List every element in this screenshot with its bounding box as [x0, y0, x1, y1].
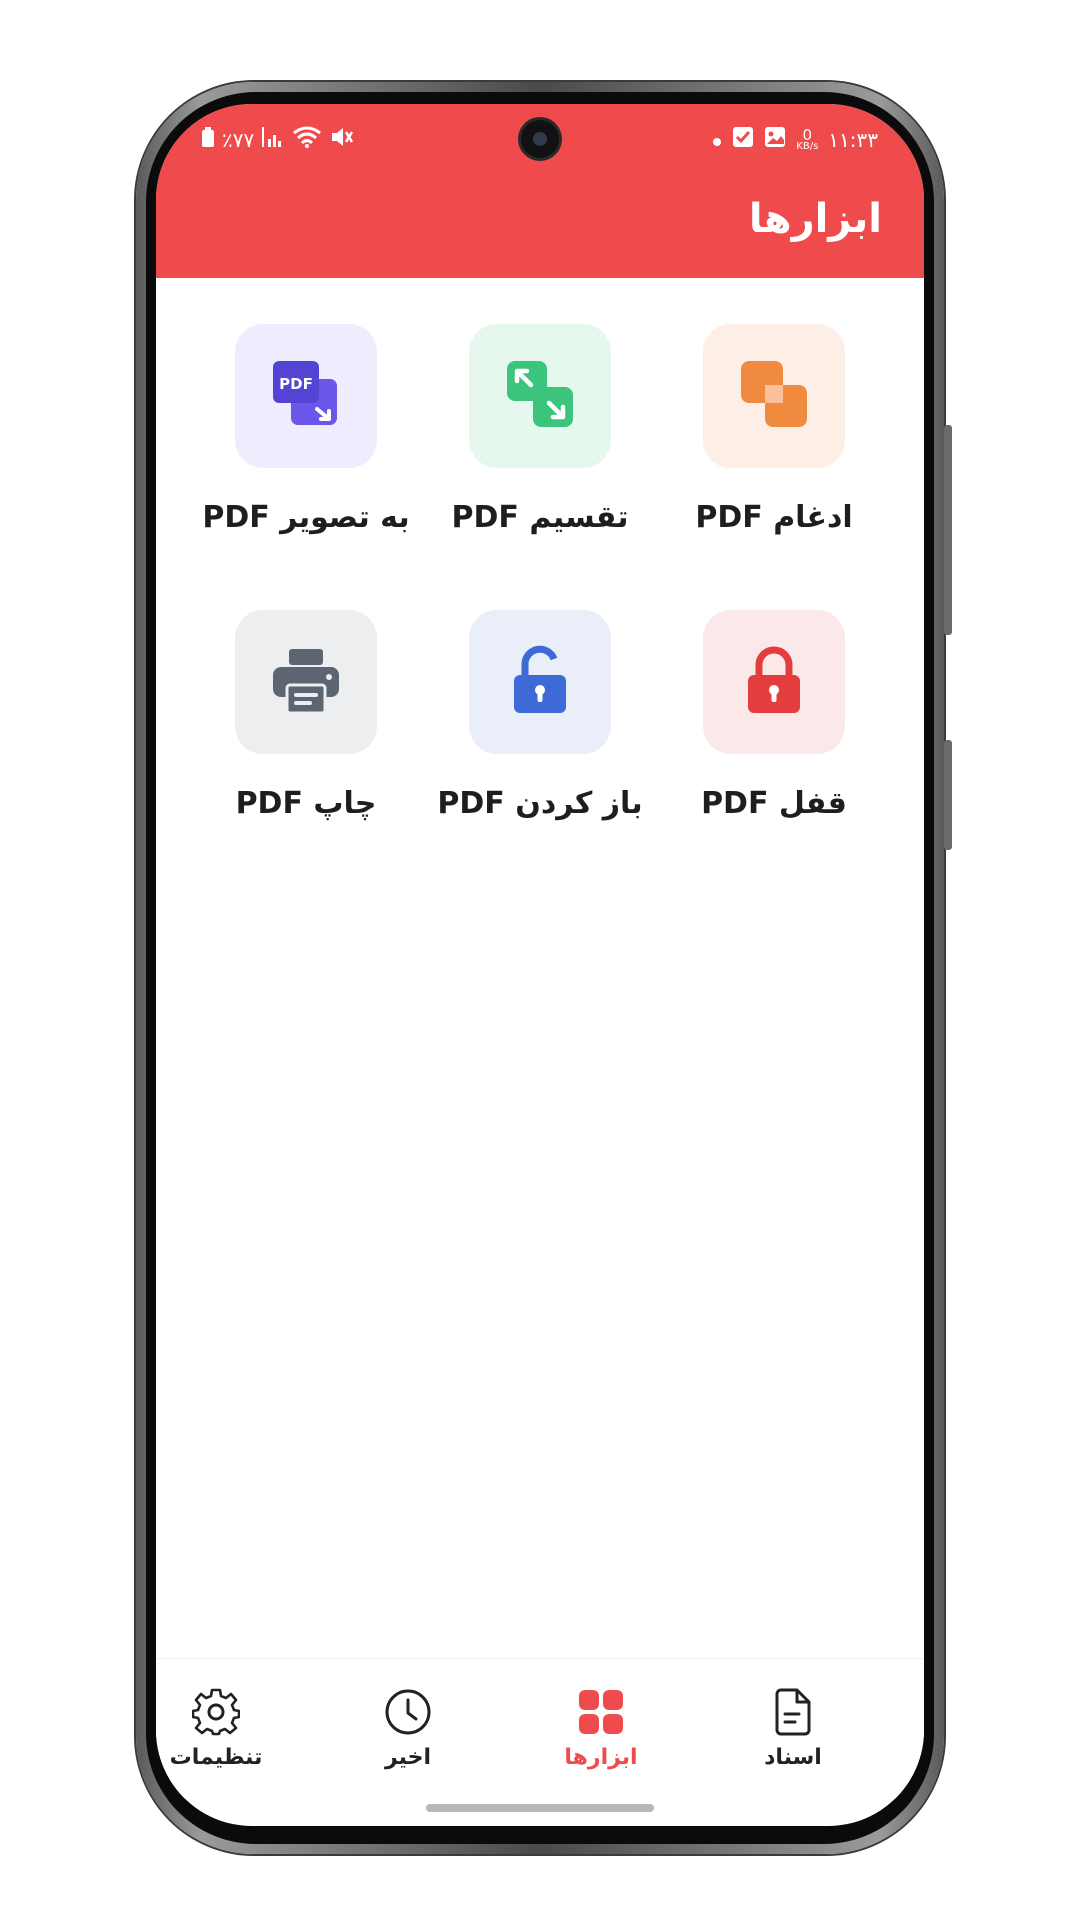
- tool-pdf-to-image[interactable]: PDF به تصویر PDF: [188, 324, 424, 535]
- mute-icon: [330, 126, 354, 153]
- status-right: 0 KB/s ۱۱:۳۳: [712, 126, 878, 153]
- net-speed-value: 0: [802, 125, 813, 144]
- battery-icon: [202, 127, 214, 152]
- nav-label: اخیر: [384, 1745, 432, 1770]
- tool-icon-box: [469, 610, 611, 754]
- pdf-to-image-icon: PDF: [269, 357, 343, 435]
- split-icon: [503, 357, 577, 435]
- printer-icon: [269, 643, 343, 721]
- unlock-icon: [510, 645, 570, 719]
- tool-unlock-pdf[interactable]: باز کردن PDF: [422, 610, 658, 821]
- tool-lock-pdf[interactable]: قفل PDF: [656, 610, 892, 821]
- wifi-icon: [292, 126, 322, 153]
- status-bar: ٪۷۷ 0 KB/s ۱۱:۳۳: [156, 104, 924, 174]
- tool-label: تقسیم PDF: [451, 500, 629, 535]
- home-indicator[interactable]: [426, 1804, 654, 1812]
- tool-icon-box: PDF: [235, 324, 377, 468]
- page-title: ابزارها: [748, 196, 882, 242]
- signal-icon: [262, 127, 284, 152]
- document-icon: [718, 1685, 868, 1739]
- pdf-badge-text: PDF: [279, 375, 313, 393]
- side-button-power: [944, 740, 952, 850]
- lock-icon: [744, 645, 804, 719]
- clock-icon: [333, 1685, 483, 1739]
- net-speed-unit: KB/s: [796, 140, 819, 152]
- tool-label: چاپ PDF: [235, 786, 377, 821]
- tools-grid-icon: [526, 1685, 676, 1739]
- battery-percent: ٪۷۷: [222, 127, 255, 152]
- check-notification-icon: [732, 126, 754, 153]
- nav-label: ابزارها: [564, 1745, 638, 1770]
- tool-merge-pdf[interactable]: ادغام PDF: [656, 324, 892, 535]
- tool-split-pdf[interactable]: تقسیم PDF: [422, 324, 658, 535]
- screen: ٪۷۷ 0 KB/s ۱۱:۳۳ ابزارها ادغام PDF تقسیم…: [156, 104, 924, 1826]
- tool-label: قفل PDF: [701, 786, 847, 821]
- gear-icon: [156, 1685, 291, 1739]
- nav-item-recent[interactable]: اخیر: [333, 1685, 483, 1770]
- dot-icon: [712, 128, 722, 152]
- net-speed: 0 KB/s: [796, 125, 819, 152]
- clock-time: ۱۱:۳۳: [828, 127, 878, 152]
- tool-icon-box: [703, 324, 845, 468]
- tool-print-pdf[interactable]: چاپ PDF: [188, 610, 424, 821]
- front-camera: [521, 120, 559, 158]
- status-left: ٪۷۷: [202, 126, 354, 153]
- nav-item-tools[interactable]: ابزارها: [526, 1685, 676, 1770]
- tool-label: ادغام PDF: [695, 500, 853, 535]
- app-header: ٪۷۷ 0 KB/s ۱۱:۳۳ ابزارها: [156, 104, 924, 278]
- tool-icon-box: [469, 324, 611, 468]
- nav-label: اسناد: [764, 1745, 822, 1770]
- tool-icon-box: [703, 610, 845, 754]
- nav-label: تنظیمات: [169, 1745, 263, 1770]
- nav-item-documents[interactable]: اسناد: [718, 1685, 868, 1770]
- bottom-nav: اسناد ابزارها اخیر تنظیمات: [156, 1658, 924, 1799]
- image-notification-icon: [764, 126, 786, 153]
- merge-icon: [737, 357, 811, 435]
- tool-label: باز کردن PDF: [437, 786, 643, 821]
- nav-item-settings[interactable]: تنظیمات: [156, 1685, 291, 1770]
- page: ٪۷۷ 0 KB/s ۱۱:۳۳ ابزارها ادغام PDF تقسیم…: [0, 0, 1080, 1920]
- tool-label: به تصویر PDF: [202, 500, 410, 535]
- side-button-volume: [944, 425, 952, 635]
- tool-icon-box: [235, 610, 377, 754]
